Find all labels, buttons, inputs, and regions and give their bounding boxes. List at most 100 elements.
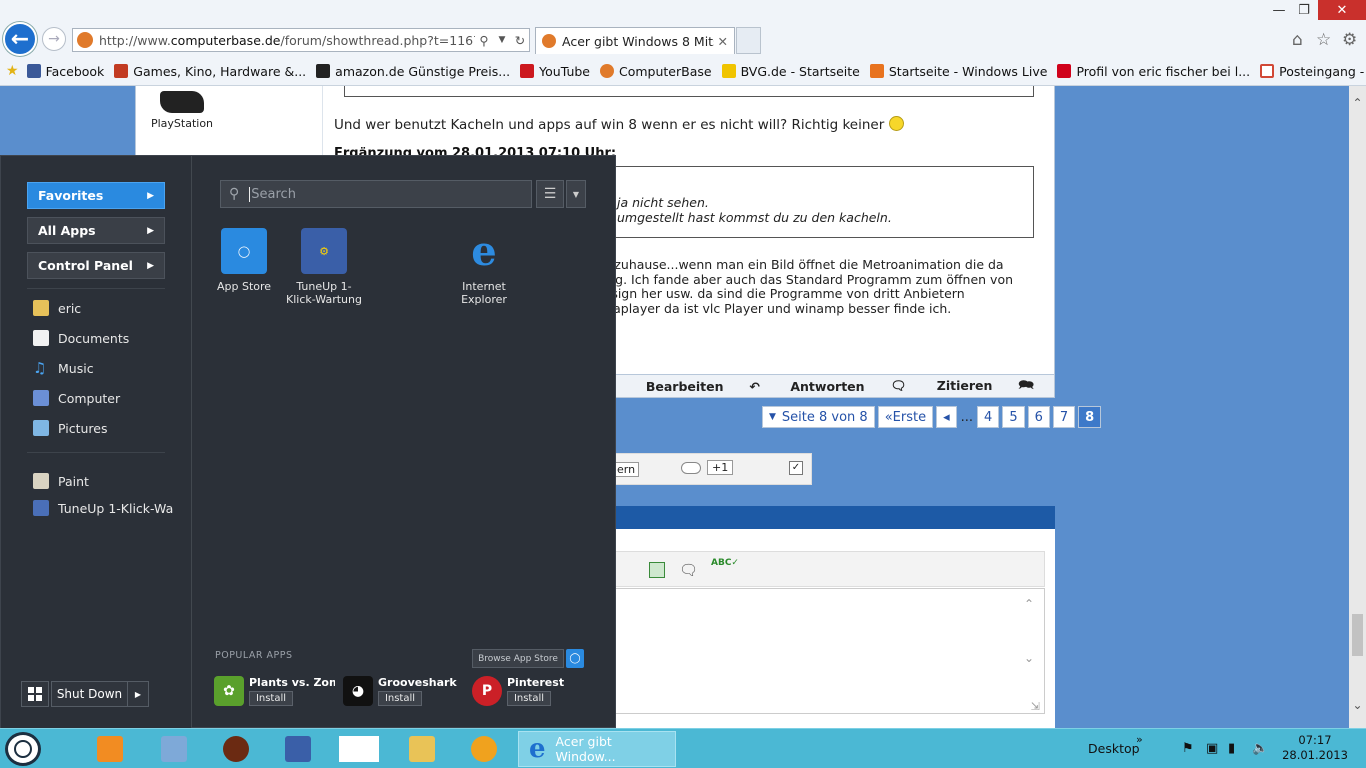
favorites-star-icon[interactable]: ☆ — [1316, 30, 1331, 50]
favorite-games[interactable]: Games, Kino, Hardware &... — [114, 64, 306, 79]
clock[interactable]: 07:17 28.01.2013 — [1280, 733, 1350, 763]
favorite-youtube[interactable]: YouTube — [520, 64, 590, 79]
chevron-down-icon: ▼ — [769, 412, 776, 422]
reply-button[interactable]: ↶ Antworten — [750, 379, 865, 394]
prev-page-link[interactable]: ◂ — [936, 406, 957, 428]
app-store-icon[interactable]: ◯ — [566, 649, 584, 668]
taskbar-active-ie[interactable]: e Acer gibt Window... — [518, 731, 676, 767]
refresh-icon[interactable]: ↻ — [511, 33, 529, 48]
taskbar-game[interactable] — [464, 733, 504, 765]
scroll-up-icon[interactable]: ⌃ — [1349, 96, 1366, 110]
scroll-down-icon[interactable]: ⌄ — [1349, 698, 1366, 712]
app-tile-app-store[interactable]: ◯ App Store — [206, 228, 282, 293]
search-icon[interactable]: ⚲ — [475, 33, 493, 48]
install-button[interactable]: Install — [507, 691, 551, 706]
address-bar[interactable]: http://www.computerbase.de/forum/showthr… — [72, 28, 530, 52]
chevron-right-icon[interactable]: ▶ — [128, 690, 148, 699]
volume-icon[interactable]: 🔈 — [1252, 741, 1268, 756]
view-mode-dropdown[interactable]: ▼ — [566, 180, 586, 208]
textarea-scroll-down-icon[interactable]: ⌄ — [1024, 651, 1034, 665]
grooveshark-icon: ◕ — [343, 676, 373, 706]
install-button[interactable]: Install — [249, 691, 293, 706]
back-button[interactable]: ← — [3, 22, 37, 56]
popular-app-pinterest: P Pinterest Install — [472, 676, 600, 706]
recent-item-tuneup[interactable]: TuneUp 1-Klick-Wa — [33, 500, 173, 516]
add-favorite-star-icon[interactable]: ★ — [6, 63, 19, 79]
user-folder-icon — [33, 300, 49, 316]
home-icon[interactable]: ⌂ — [1292, 30, 1303, 50]
forward-button[interactable]: → — [42, 27, 66, 51]
install-button[interactable]: Install — [378, 691, 422, 706]
sidebar-item-music[interactable]: ♫ Music — [33, 360, 94, 376]
favorite-amazon[interactable]: amazon.de Günstige Preis... — [316, 64, 510, 79]
close-window-button[interactable]: ✕ — [1318, 0, 1366, 20]
diablo-icon — [223, 736, 249, 762]
dropdown-arrow-icon[interactable]: ▼ — [493, 35, 511, 45]
url-text[interactable]: http://www.computerbase.de/forum/showthr… — [99, 33, 475, 48]
signal-icon[interactable]: ▮ — [1228, 741, 1235, 756]
reply-textarea[interactable]: ⌃ ⌄ ⇲ — [600, 588, 1045, 714]
page-link-7[interactable]: 7 — [1052, 406, 1076, 428]
page-select[interactable]: ▼ Seite 8 von 8 — [762, 406, 875, 428]
favorite-facebook[interactable]: Facebook — [26, 64, 104, 79]
taskbar-tuneup[interactable] — [278, 733, 318, 765]
spellcheck-icon[interactable]: ABC✓ — [711, 558, 739, 568]
social-button[interactable]: ern — [613, 462, 640, 477]
favorite-computerbase[interactable]: ComputerBase — [600, 64, 712, 79]
desktop-toolbar[interactable]: Desktop — [1088, 741, 1140, 756]
start-button[interactable] — [5, 732, 41, 766]
scrollbar-thumb[interactable] — [1352, 614, 1363, 656]
comment-icon[interactable]: 🗨 — [679, 561, 698, 579]
textarea-scroll-up-icon[interactable]: ⌃ — [1024, 597, 1034, 611]
image-icon[interactable] — [649, 562, 665, 578]
favorites-button[interactable]: Favorites ▶ — [27, 182, 165, 209]
network-device-icon[interactable]: ▣ — [1206, 741, 1218, 756]
page-link-6[interactable]: 6 — [1027, 406, 1050, 428]
all-apps-button[interactable]: All Apps ▶ — [27, 217, 165, 244]
resize-grip-icon[interactable]: ⇲ — [1031, 700, 1040, 713]
close-tab-icon[interactable]: ✕ — [718, 34, 728, 49]
chevron-right-icon: ▶ — [147, 225, 154, 236]
sidebar-item-documents[interactable]: Documents — [33, 330, 129, 346]
quote-box-top — [344, 86, 1034, 97]
taskbar-diablo[interactable] — [216, 733, 256, 765]
taskbar-explorer[interactable] — [402, 733, 442, 765]
toggle-icon[interactable] — [681, 462, 701, 474]
edit-button[interactable]: ✎ Bearbeiten — [605, 379, 724, 394]
sidebar-item-pictures[interactable]: Pictures — [33, 420, 108, 436]
checkbox-icon[interactable]: ✓ — [789, 461, 803, 475]
favorite-lokalisten[interactable]: Profil von eric fischer bei l... — [1057, 64, 1250, 79]
app-tile-internet-explorer[interactable]: e Internet Explorer — [446, 228, 522, 306]
popular-app-grooveshark: ◕ Grooveshark Install — [343, 676, 471, 706]
tab-active[interactable]: Acer gibt Windows 8 Mitsc... ✕ — [535, 27, 735, 54]
maximize-button[interactable]: ❐ — [1290, 0, 1318, 20]
page-scrollbar[interactable]: ⌃ ⌄ — [1349, 86, 1366, 728]
arrow-left-icon: ← — [10, 26, 30, 52]
sidebar-item-user[interactable]: eric — [33, 300, 81, 316]
favorite-bvg[interactable]: BVG.de - Startseite — [721, 64, 860, 79]
windows-button[interactable] — [21, 681, 49, 707]
browse-app-store-button[interactable]: Browse App Store — [472, 649, 564, 668]
favorite-windows-live[interactable]: Startseite - Windows Live — [869, 64, 1047, 79]
taskbar-media-player[interactable] — [90, 733, 130, 765]
new-tab-button[interactable] — [736, 27, 761, 54]
gear-icon[interactable]: ⚙ — [1342, 30, 1357, 50]
favorite-gmail[interactable]: Posteingang - usponly@g... — [1260, 64, 1366, 79]
control-panel-button[interactable]: Control Panel ▶ — [27, 252, 165, 279]
recent-item-paint[interactable]: Paint — [33, 473, 89, 489]
taskbar-blank-app[interactable] — [339, 733, 379, 765]
app-tile-tuneup[interactable]: ⚙ TuneUp 1-Klick-Wartung — [286, 228, 362, 306]
taskbar-control-panel[interactable] — [154, 733, 194, 765]
page-link-5[interactable]: 5 — [1002, 406, 1025, 428]
page-link-4[interactable]: 4 — [977, 406, 1000, 428]
search-input[interactable]: ⚲ Search — [220, 180, 532, 208]
flag-icon[interactable]: ⚑ — [1182, 741, 1194, 756]
shutdown-button[interactable]: Shut Down ▶ — [51, 681, 149, 707]
double-chevron-icon[interactable]: » — [1136, 733, 1143, 746]
multi-quote-icon[interactable]: 🗪 — [1018, 376, 1034, 397]
google-plus-button[interactable]: +1 — [707, 460, 734, 475]
first-page-link[interactable]: «Erste — [877, 406, 934, 428]
view-mode-button[interactable]: ☰ — [536, 180, 564, 208]
quote-button[interactable]: 🗨 Zitieren — [891, 378, 993, 394]
sidebar-item-computer[interactable]: Computer — [33, 390, 120, 406]
